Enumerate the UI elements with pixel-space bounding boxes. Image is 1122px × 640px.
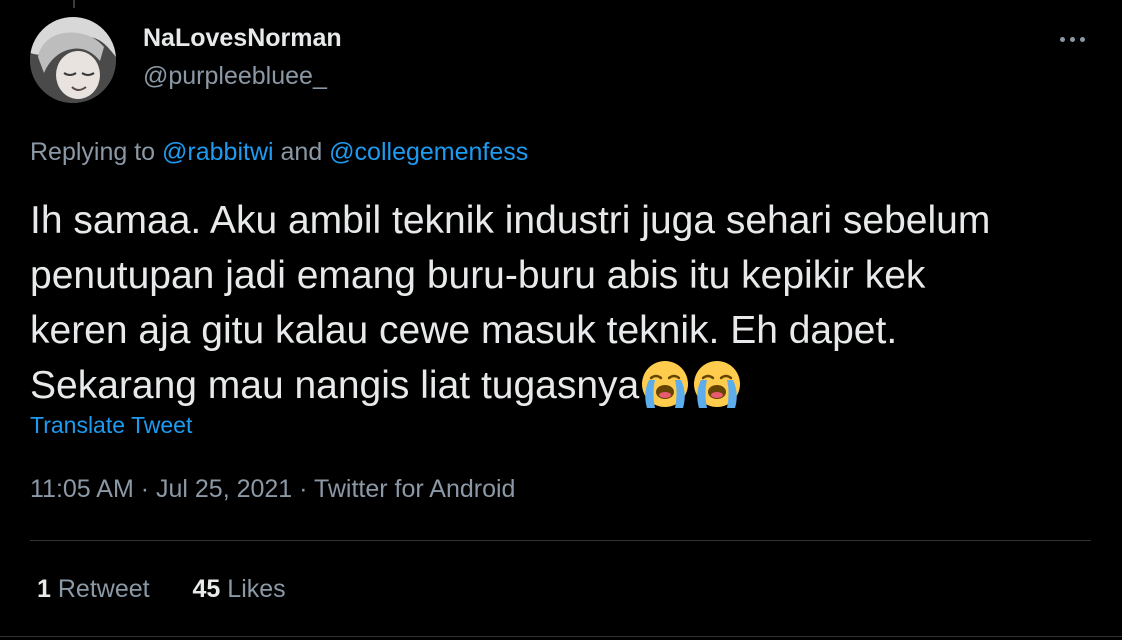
more-options-button[interactable]	[1052, 24, 1092, 54]
tweet-detail: NaLovesNorman @purpleebluee_ Replying to…	[0, 0, 1122, 640]
tweet-text-line-last: Sekarang mau nangis liat tugasnya	[30, 358, 1090, 413]
tweet-text-line: Sekarang mau nangis liat tugasnya	[30, 364, 640, 407]
more-horizontal-icon	[1069, 36, 1075, 42]
likes-stat[interactable]: 45 Likes	[193, 575, 286, 604]
display-name[interactable]: NaLovesNorman	[143, 24, 342, 53]
avatar[interactable]	[30, 17, 116, 103]
tweet-text-line: penutupan jadi emang buru-buru abis itu …	[30, 254, 926, 297]
tweet-text: Ih samaa. Aku ambil teknik industri juga…	[30, 193, 1090, 413]
avatar-image	[30, 17, 116, 103]
loudly-crying-face-icon	[642, 361, 689, 408]
replying-to-joiner: and	[273, 138, 330, 166]
mention-link-collegemenfess[interactable]: @collegemenfess	[329, 138, 528, 166]
tweet-stats: 1 Retweet 45 Likes	[37, 575, 322, 604]
likes-label: Likes	[227, 575, 286, 603]
tweet-text-line: keren aja gitu kalau cewe masuk teknik. …	[30, 309, 898, 352]
divider	[30, 540, 1091, 541]
loudly-crying-face-icon	[694, 361, 741, 408]
tweet-timestamp-source[interactable]: 11:05 AM · Jul 25, 2021 · Twitter for An…	[30, 475, 515, 504]
retweets-count: 1	[37, 575, 51, 603]
thread-connector-line	[73, 0, 75, 8]
likes-count: 45	[192, 575, 221, 603]
mention-link-rabbitwi[interactable]: @rabbitwi	[162, 138, 274, 166]
retweets-stat[interactable]: 1 Retweet	[37, 575, 150, 604]
replying-to: Replying to @rabbitwi and @collegemenfes…	[30, 138, 528, 167]
more-horizontal-icon	[1059, 36, 1065, 42]
divider	[0, 636, 1122, 637]
retweets-label: Retweet	[57, 575, 150, 603]
replying-to-prefix: Replying to	[30, 138, 163, 166]
tweet-text-line: Ih samaa. Aku ambil teknik industri juga…	[30, 199, 991, 242]
translate-tweet-link[interactable]: Translate Tweet	[30, 412, 192, 439]
more-horizontal-icon	[1079, 36, 1085, 42]
user-handle[interactable]: @purpleebluee_	[143, 62, 327, 91]
